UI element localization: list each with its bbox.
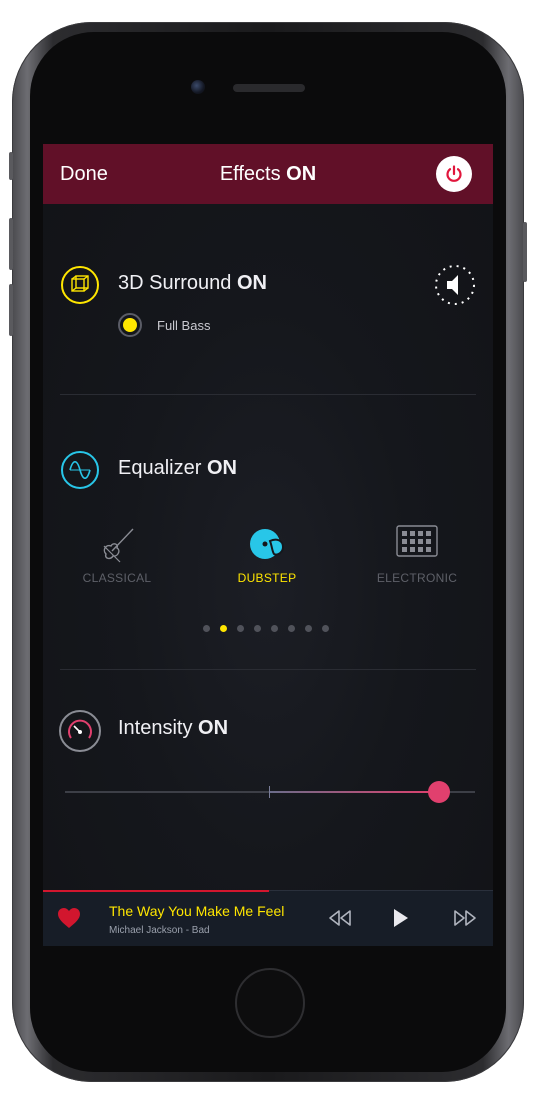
mini-player: The Way You Make Me Feel Michael Jackson… — [43, 890, 493, 946]
equalizer-icon-badge — [61, 451, 99, 489]
page-dot[interactable] — [322, 625, 329, 632]
surround-label: 3D Surround ON — [118, 272, 267, 295]
play-button[interactable] — [390, 905, 412, 931]
section-divider — [60, 669, 476, 670]
speaker-toggle[interactable] — [433, 263, 477, 307]
title-prefix: Effects — [219, 163, 287, 185]
intensity-slider-center-mark — [269, 786, 270, 798]
violin-icon — [103, 528, 134, 563]
volume-up-button — [9, 218, 13, 270]
page-dot[interactable] — [254, 625, 261, 632]
preset-page-dots — [203, 625, 329, 632]
radio-selected-dot — [123, 318, 137, 332]
preset-classical-label: CLASSICAL — [82, 571, 152, 585]
sleep-button — [523, 222, 527, 282]
full-bass-radio[interactable] — [118, 313, 142, 337]
equalizer-label: Equalizer ON — [118, 457, 237, 480]
app-screen: Done Effects ON 3D Surround ON Full Bass… — [43, 144, 493, 946]
fast-forward-icon — [454, 910, 476, 926]
equalizer-label-text: Equalizer — [118, 457, 207, 479]
power-button[interactable] — [436, 156, 472, 192]
artist-album: Michael Jackson - Bad — [109, 925, 210, 936]
earpiece-speaker — [233, 84, 305, 92]
preset-dubstep-label: DUBSTEP — [237, 571, 297, 585]
power-icon — [446, 165, 462, 182]
sine-wave-icon — [69, 460, 91, 480]
page-dot[interactable] — [203, 625, 210, 632]
page-dot[interactable] — [271, 625, 278, 632]
preset-electronic-label: ELECTRONIC — [376, 571, 458, 585]
rewind-icon — [329, 910, 351, 926]
song-title[interactable]: The Way You Make Me Feel — [109, 903, 284, 919]
preset-electronic[interactable] — [396, 525, 438, 559]
front-camera — [191, 80, 205, 94]
favorite-button[interactable] — [57, 907, 81, 929]
intensity-label: Intensity ON — [118, 717, 228, 740]
full-bass-label: Full Bass — [157, 318, 211, 333]
section-divider — [60, 394, 476, 395]
dj-disc-icon — [250, 529, 285, 559]
play-icon — [394, 909, 408, 927]
page-title: Effects ON — [43, 163, 493, 186]
title-state: ON — [286, 163, 317, 185]
intensity-slider-thumb[interactable] — [428, 781, 450, 803]
page-dot[interactable] — [237, 625, 244, 632]
fast-forward-button[interactable] — [452, 907, 478, 929]
volume-down-button — [9, 284, 13, 336]
cube-icon — [71, 275, 89, 292]
heart-icon — [58, 908, 80, 928]
mute-switch — [9, 152, 13, 180]
page-dot-active[interactable] — [220, 625, 227, 632]
rewind-button[interactable] — [327, 907, 353, 929]
gauge-icon — [68, 719, 92, 739]
playback-progress — [43, 890, 269, 892]
preset-classical[interactable] — [98, 524, 138, 564]
preset-dubstep[interactable] — [248, 524, 292, 564]
surround-state: ON — [236, 272, 267, 294]
page-dot[interactable] — [305, 625, 312, 632]
header-bar: Done Effects ON — [43, 144, 493, 204]
drum-pad-icon — [396, 525, 438, 557]
intensity-label-text: Intensity — [118, 717, 199, 739]
intensity-slider-fill — [269, 791, 439, 793]
surround-icon-badge — [61, 266, 99, 304]
intensity-state: ON — [198, 717, 229, 739]
equalizer-state: ON — [206, 457, 237, 479]
home-button[interactable] — [235, 968, 305, 1038]
intensity-icon-badge — [59, 710, 101, 752]
surround-label-text: 3D Surround — [118, 272, 237, 294]
speaker-icon — [435, 265, 475, 305]
page-dot[interactable] — [288, 625, 295, 632]
